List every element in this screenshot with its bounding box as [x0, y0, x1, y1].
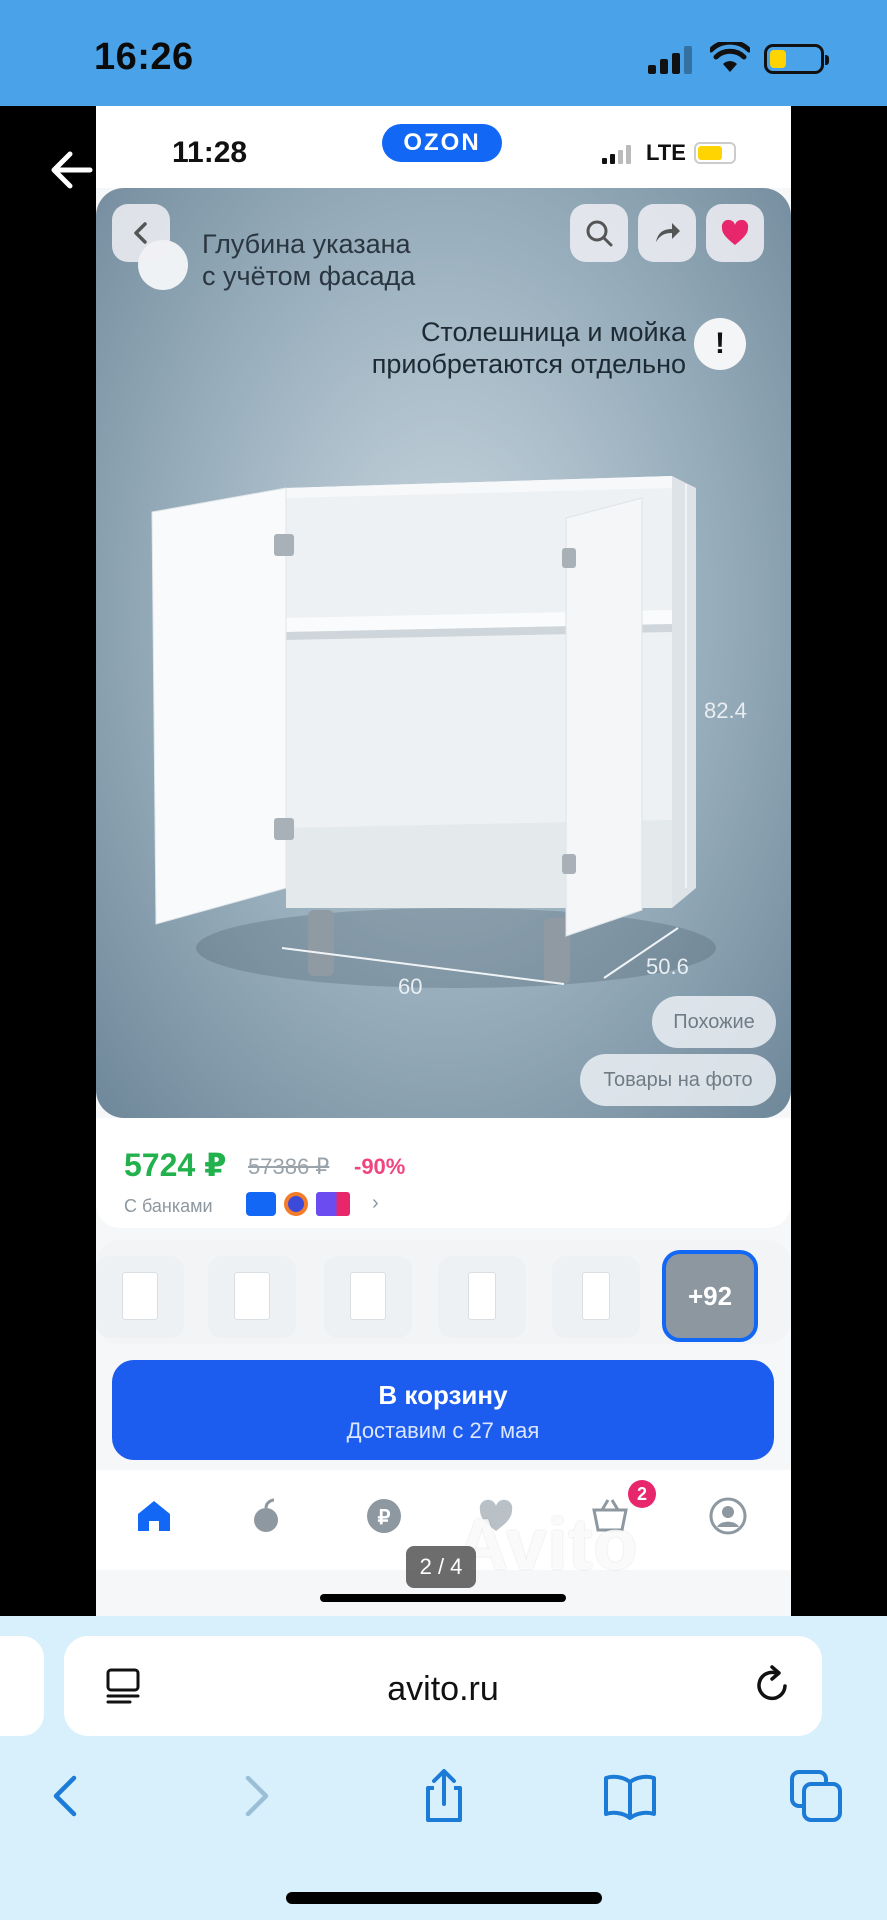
- old-price: 57386 ₽: [248, 1154, 330, 1179]
- bank-square-icon: [316, 1192, 350, 1216]
- inner-status-bar: 11:28 OZON LTE: [96, 106, 791, 188]
- thumbnail[interactable]: [96, 1256, 184, 1338]
- dimension-depth: 50.6: [646, 954, 689, 979]
- chevron-right-icon[interactable]: ›: [372, 1192, 379, 1215]
- previous-tab-preview[interactable]: [0, 1636, 44, 1736]
- status-time: 16:26: [94, 36, 194, 78]
- thumbnail[interactable]: [438, 1256, 526, 1338]
- home-icon[interactable]: [134, 1496, 174, 1536]
- image-viewer: 11:28 OZON LTE Глубина указана с учётом …: [0, 106, 887, 1616]
- thumbnail-strip: +92: [96, 1240, 791, 1344]
- dimension-width: 60: [398, 974, 423, 999]
- discount-badge: -90%: [354, 1154, 406, 1179]
- profile-icon[interactable]: [708, 1496, 748, 1536]
- arrow-left-icon[interactable]: [46, 144, 98, 196]
- svg-text:₽: ₽: [378, 1507, 391, 1529]
- similar-chip[interactable]: Похожие: [652, 996, 776, 1048]
- inner-home-indicator: [320, 1594, 566, 1602]
- ruble-icon[interactable]: ₽: [364, 1496, 404, 1536]
- battery-low-icon: [764, 44, 829, 74]
- products-in-photo-chip[interactable]: Товары на фото: [580, 1054, 776, 1106]
- home-indicator: [286, 1892, 602, 1904]
- product-screenshot: 11:28 OZON LTE Глубина указана с учётом …: [96, 106, 791, 1616]
- inner-signal-icon: [602, 144, 636, 164]
- safari-toolbar: avito.ru: [0, 1616, 887, 1920]
- forward-icon[interactable]: [226, 1766, 286, 1826]
- price-card: 5724 ₽ 57386 ₽ -90% С банками ›: [96, 1118, 791, 1228]
- banks-label[interactable]: С банками: [124, 1196, 213, 1217]
- cellular-signal-icon: [648, 46, 694, 74]
- back-icon[interactable]: [36, 1766, 96, 1826]
- ozon-bank-icon: [246, 1192, 276, 1216]
- tabs-icon[interactable]: [786, 1766, 846, 1826]
- bank-round-icon: [284, 1192, 308, 1216]
- thumbnail[interactable]: [552, 1256, 640, 1338]
- product-image[interactable]: Глубина указана с учётом фасада Столешни…: [96, 188, 791, 1118]
- inner-status-time: 11:28: [172, 136, 248, 169]
- inner-network-label: LTE: [646, 140, 686, 165]
- reload-icon[interactable]: [752, 1664, 794, 1706]
- cart-button-title: В корзину: [378, 1380, 508, 1410]
- thumbnail[interactable]: [324, 1256, 412, 1338]
- cart-button-subtitle: Доставим с 27 мая: [346, 1418, 540, 1443]
- dimension-height: 82.4: [704, 698, 747, 723]
- page-indicator: 2 / 4: [406, 1546, 476, 1588]
- inner-battery-icon: [694, 142, 736, 164]
- current-price: 5724 ₽: [124, 1147, 227, 1183]
- avito-watermark: Avito: [456, 1505, 639, 1585]
- bookmarks-icon[interactable]: [600, 1766, 660, 1826]
- add-to-cart-button[interactable]: В корзину Доставим с 27 мая: [112, 1360, 774, 1460]
- url-text: avito.ru: [387, 1670, 499, 1708]
- thumbnail[interactable]: [208, 1256, 296, 1338]
- bank-logos: [246, 1192, 350, 1216]
- wifi-icon: [710, 42, 750, 72]
- share-icon[interactable]: [414, 1766, 474, 1826]
- ios-status-bar: 16:26: [0, 0, 887, 106]
- more-thumbnails-button[interactable]: +92: [662, 1250, 758, 1342]
- ozon-logo: OZON: [382, 124, 502, 162]
- address-bar[interactable]: avito.ru: [64, 1636, 822, 1736]
- fresh-icon[interactable]: [246, 1496, 286, 1536]
